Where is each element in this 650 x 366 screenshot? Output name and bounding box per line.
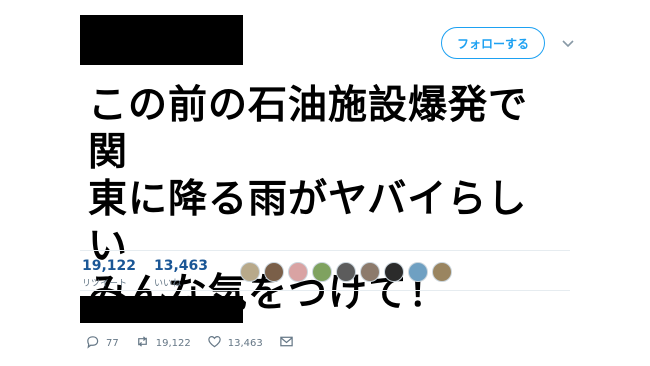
like-action-count: 13,463 xyxy=(227,337,263,349)
divider xyxy=(80,250,570,251)
liker-avatar[interactable] xyxy=(264,262,284,282)
more-options-caret[interactable] xyxy=(561,36,575,48)
tweet-actions: 77 19,122 13,463 xyxy=(85,334,310,352)
liker-avatar[interactable] xyxy=(360,262,380,282)
liker-avatar[interactable] xyxy=(384,262,404,282)
like-count-label: いいね xyxy=(154,279,182,289)
direct-message-button[interactable] xyxy=(279,334,294,353)
like-count-stat[interactable]: 13,463 いいね xyxy=(154,258,208,289)
redacted-user-name xyxy=(80,15,243,65)
liker-avatar[interactable] xyxy=(288,262,308,282)
liker-avatar[interactable] xyxy=(432,262,452,282)
like-count-number: 13,463 xyxy=(154,258,209,274)
retweet-action-count: 19,122 xyxy=(155,337,191,349)
chevron-down-icon xyxy=(562,33,574,52)
liker-avatar[interactable] xyxy=(336,262,356,282)
heart-icon xyxy=(207,334,222,353)
retweet-count-stat[interactable]: 19,122 リツイート xyxy=(82,258,136,289)
redacted-area xyxy=(80,296,243,323)
retweet-icon xyxy=(135,334,150,353)
reply-count: 77 xyxy=(106,337,119,349)
liker-avatar[interactable] xyxy=(408,262,428,282)
retweet-button[interactable]: 19,122 xyxy=(135,334,191,353)
reply-button[interactable]: 77 xyxy=(85,334,119,353)
divider xyxy=(80,290,570,291)
like-button[interactable]: 13,463 xyxy=(207,334,263,353)
liker-avatar[interactable] xyxy=(312,262,332,282)
follow-button-label: フォローする xyxy=(456,36,529,51)
retweet-count-number: 19,122 xyxy=(82,258,137,274)
reply-icon xyxy=(85,334,100,353)
retweet-count-label: リツイート xyxy=(82,279,128,289)
follow-button[interactable]: フォローする xyxy=(441,27,545,59)
liker-avatar[interactable] xyxy=(240,262,260,282)
liker-avatars xyxy=(240,262,452,282)
envelope-icon xyxy=(279,334,294,353)
